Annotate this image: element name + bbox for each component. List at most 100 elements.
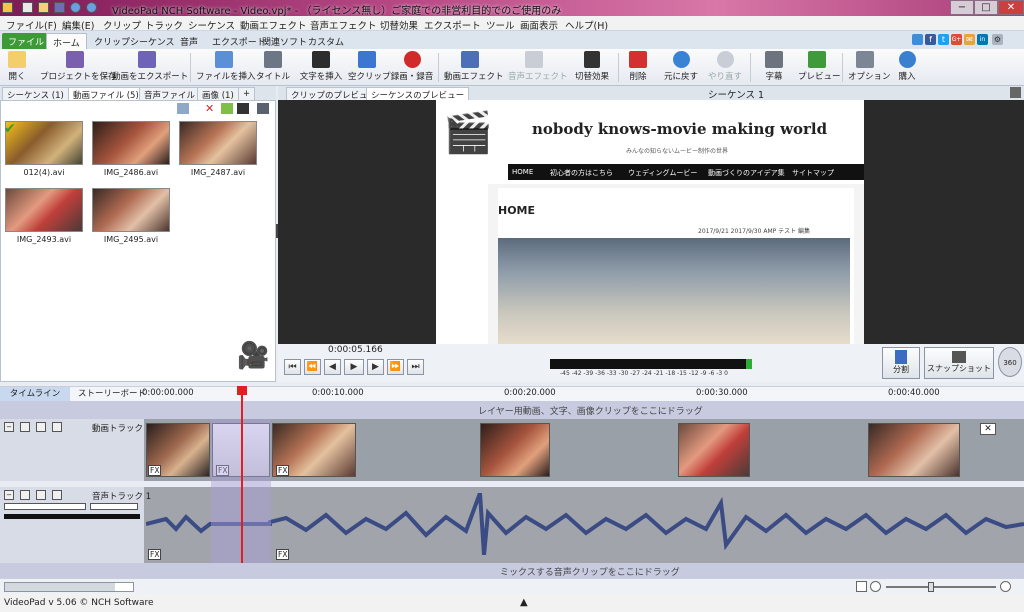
save-project-button[interactable]: プロジェクトを保存 bbox=[40, 51, 117, 84]
horizontal-scrollbar[interactable] bbox=[4, 582, 134, 592]
add-tab-button[interactable]: + bbox=[238, 87, 256, 100]
menu-file[interactable]: ファイル(F) bbox=[6, 18, 57, 32]
open-button[interactable]: 開く bbox=[4, 51, 30, 84]
undock-icon[interactable] bbox=[1010, 87, 1021, 98]
overlay-drop-zone[interactable]: レイヤー用動画、文字、画像クリップをここにドラッグ bbox=[0, 401, 1024, 419]
previous-frame-button[interactable]: ⏪ bbox=[304, 359, 321, 375]
expand-panel-icon[interactable]: ▲ bbox=[520, 597, 528, 608]
speaker-icon[interactable] bbox=[20, 490, 30, 500]
menu-clip[interactable]: クリップ bbox=[103, 18, 141, 32]
title-button[interactable]: タイトル bbox=[256, 51, 290, 84]
zoom-slider[interactable] bbox=[886, 582, 996, 592]
eye-icon[interactable] bbox=[20, 422, 30, 432]
new-icon[interactable] bbox=[22, 2, 33, 13]
menu-track[interactable]: トラック bbox=[145, 18, 183, 32]
menu-transitions[interactable]: 切替効果 bbox=[380, 18, 418, 32]
googleplus-icon[interactable]: G+ bbox=[951, 34, 962, 45]
step-forward-button[interactable]: ▶ bbox=[367, 359, 384, 375]
tab-file[interactable]: ファイル bbox=[2, 33, 51, 49]
fx-icon[interactable] bbox=[36, 490, 46, 500]
menu-sequence[interactable]: シーケンス bbox=[188, 18, 235, 32]
audio-waveform[interactable] bbox=[146, 493, 1024, 555]
view-icon[interactable] bbox=[177, 103, 189, 114]
insert-file-button[interactable]: ファイルを挿入 bbox=[196, 51, 256, 84]
playhead[interactable] bbox=[241, 386, 243, 578]
twitter-icon[interactable]: t bbox=[938, 34, 949, 45]
thumbnail-img-2493[interactable] bbox=[5, 188, 83, 232]
close-button[interactable]: ✕ bbox=[998, 0, 1024, 15]
split-button[interactable]: 分割 bbox=[882, 347, 920, 379]
video-clip[interactable] bbox=[480, 423, 550, 477]
like-icon[interactable] bbox=[912, 34, 923, 45]
transition-icon[interactable]: ✕ bbox=[980, 423, 996, 435]
remove-icon[interactable]: ✕ bbox=[205, 103, 217, 114]
mail-icon[interactable]: ✉ bbox=[964, 34, 975, 45]
facebook-icon[interactable]: f bbox=[925, 34, 936, 45]
thumbnail-img-2495[interactable] bbox=[92, 188, 170, 232]
go-to-start-button[interactable]: ⏮ bbox=[284, 359, 301, 375]
play-button[interactable]: ▶ bbox=[344, 359, 364, 375]
tab-video-files[interactable]: 動画ファイル (5) bbox=[68, 87, 144, 101]
undo-icon[interactable] bbox=[70, 2, 81, 13]
scrollbar-thumb[interactable] bbox=[5, 583, 115, 591]
lock-icon[interactable] bbox=[52, 490, 62, 500]
thumbnail-img-2487[interactable] bbox=[179, 121, 257, 165]
thumbnail-img-2486[interactable] bbox=[92, 121, 170, 165]
zoom-in-icon[interactable] bbox=[1000, 581, 1011, 592]
tab-storyboard[interactable]: ストーリーボード bbox=[78, 387, 146, 401]
transitions-button[interactable]: 切替効果 bbox=[572, 51, 612, 84]
undo-button[interactable]: 元に戻す bbox=[662, 51, 700, 84]
thumbnail-view-icon[interactable] bbox=[257, 103, 269, 114]
redo-button[interactable]: やり直す bbox=[708, 51, 742, 84]
maximize-button[interactable]: □ bbox=[974, 0, 998, 15]
tab-audio-files[interactable]: 音声ファイル bbox=[139, 87, 201, 101]
insert-text-button[interactable]: 文字を挿入 bbox=[296, 51, 346, 84]
fx-icon[interactable] bbox=[36, 422, 46, 432]
options-button[interactable]: オプション bbox=[848, 51, 891, 84]
fx-badge[interactable]: FX bbox=[276, 465, 290, 476]
empty-clip-button[interactable]: 空クリップ bbox=[348, 51, 391, 84]
fx-badge[interactable]: FX bbox=[148, 549, 162, 560]
mix-drop-zone[interactable]: ミックスする音声クリップをここにドラッグ bbox=[0, 563, 1024, 578]
audio-effects-button[interactable]: 音声エフェクト bbox=[508, 51, 568, 84]
video-clip[interactable] bbox=[868, 423, 960, 477]
linkedin-icon[interactable]: in bbox=[977, 34, 988, 45]
collapse-icon[interactable]: − bbox=[4, 422, 14, 432]
fit-icon[interactable] bbox=[856, 581, 867, 592]
tab-sequences[interactable]: シーケンス (1) bbox=[2, 87, 69, 101]
menu-tools[interactable]: ツール bbox=[486, 18, 515, 32]
tab-sequence[interactable]: シーケンス bbox=[124, 33, 181, 49]
pan-slider[interactable] bbox=[90, 503, 138, 510]
menu-help[interactable]: ヘルプ(H) bbox=[565, 18, 608, 32]
tab-sequence-preview[interactable]: シーケンスのプレビュー bbox=[366, 87, 470, 101]
buy-button[interactable]: 購入 bbox=[894, 51, 920, 84]
menu-edit[interactable]: 編集(E) bbox=[62, 18, 94, 32]
add-folder-icon[interactable] bbox=[221, 103, 233, 114]
menu-video-effects[interactable]: 動画エフェクト bbox=[240, 18, 307, 32]
settings-icon[interactable]: ⚙ bbox=[992, 34, 1003, 45]
lock-icon[interactable] bbox=[52, 422, 62, 432]
tab-home[interactable]: ホーム bbox=[46, 33, 87, 49]
subtitles-button[interactable]: 字幕 bbox=[760, 51, 788, 84]
zoom-thumb[interactable] bbox=[928, 582, 934, 592]
video-effects-button[interactable]: 動画エフェクト bbox=[444, 51, 504, 84]
snapshot-button[interactable]: スナップショット bbox=[924, 347, 994, 379]
zoom-out-icon[interactable] bbox=[870, 581, 881, 592]
go-to-end-button[interactable]: ⏭ bbox=[407, 359, 424, 375]
fx-badge[interactable]: FX bbox=[276, 549, 290, 560]
tab-custom[interactable]: カスタム bbox=[302, 33, 350, 49]
menu-view[interactable]: 画面表示 bbox=[520, 18, 558, 32]
thumbnail-012-4[interactable] bbox=[5, 121, 83, 165]
step-back-button[interactable]: ◀ bbox=[324, 359, 341, 375]
record-button[interactable]: 録画・録音 bbox=[390, 51, 434, 84]
tab-audio[interactable]: 音声 bbox=[174, 33, 204, 49]
list-view-icon[interactable] bbox=[237, 103, 249, 114]
360-view-button[interactable]: 360 bbox=[998, 347, 1022, 377]
next-frame-button[interactable]: ⏩ bbox=[387, 359, 404, 375]
menu-export[interactable]: エクスポート bbox=[424, 18, 481, 32]
menu-audio-effects[interactable]: 音声エフェクト bbox=[310, 18, 377, 32]
video-clip[interactable] bbox=[678, 423, 750, 477]
redo-icon[interactable] bbox=[86, 2, 97, 13]
playhead-handle[interactable] bbox=[237, 386, 247, 395]
delete-button[interactable]: 削除 bbox=[626, 51, 650, 84]
